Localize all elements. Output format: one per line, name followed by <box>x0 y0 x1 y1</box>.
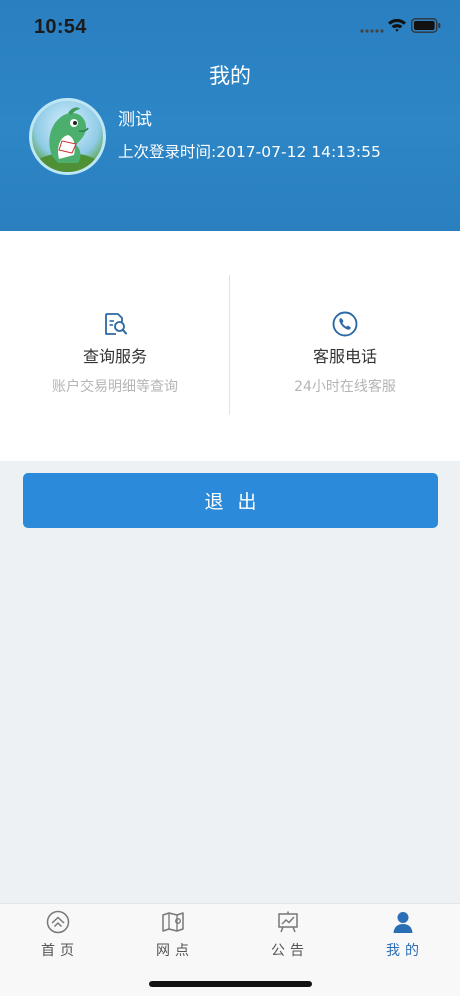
signal-icon <box>360 29 384 33</box>
page-title: 我的 <box>209 64 251 88</box>
tab-outlets[interactable]: 网点 <box>115 910 230 965</box>
user-icon <box>393 912 412 933</box>
wifi-icon <box>388 18 406 32</box>
status-bar: 10:54 <box>0 0 460 56</box>
status-time: 10:54 <box>34 16 87 38</box>
tab-me[interactable]: 我的 <box>345 910 460 965</box>
tab-outlets-label: 网点 <box>156 943 194 959</box>
user-name: 测试 <box>118 110 152 130</box>
last-login-time: 上次登录时间:2017-07-12 14:13:55 <box>118 143 381 161</box>
phone-icon <box>332 311 358 337</box>
logout-button[interactable]: 退出 <box>23 473 438 528</box>
query-service-label: 查询服务 <box>82 347 147 366</box>
tab-announcement[interactable]: 公告 <box>230 910 345 965</box>
search-document-icon <box>105 313 127 335</box>
home-icon <box>46 910 69 934</box>
tab-home[interactable]: 首页 <box>0 910 115 965</box>
battery-icon <box>411 18 441 33</box>
query-service-subtitle: 账户交易明细等查询 <box>52 379 178 395</box>
services-panel: 查询服务 账户交易明细等查询 客服电话 24小时在线客服 <box>0 231 460 461</box>
query-service-item[interactable]: 查询服务 账户交易明细等查询 <box>0 311 230 396</box>
avatar[interactable] <box>29 98 106 175</box>
tab-me-label: 我的 <box>386 943 424 959</box>
tab-announcement-label: 公告 <box>271 943 309 959</box>
tab-home-label: 首页 <box>41 943 79 959</box>
customer-phone-item[interactable]: 客服电话 24小时在线客服 <box>230 311 460 396</box>
map-icon <box>161 912 184 932</box>
customer-phone-label: 客服电话 <box>312 347 377 366</box>
home-indicator <box>149 981 312 987</box>
profile-header: 10:54 我的 测试 上次登录时间:2017-07-12 14:13:55 <box>0 0 460 231</box>
dolphin-mascot-icon <box>33 107 101 172</box>
announcement-icon <box>277 911 298 933</box>
customer-phone-subtitle: 24小时在线客服 <box>294 379 396 395</box>
